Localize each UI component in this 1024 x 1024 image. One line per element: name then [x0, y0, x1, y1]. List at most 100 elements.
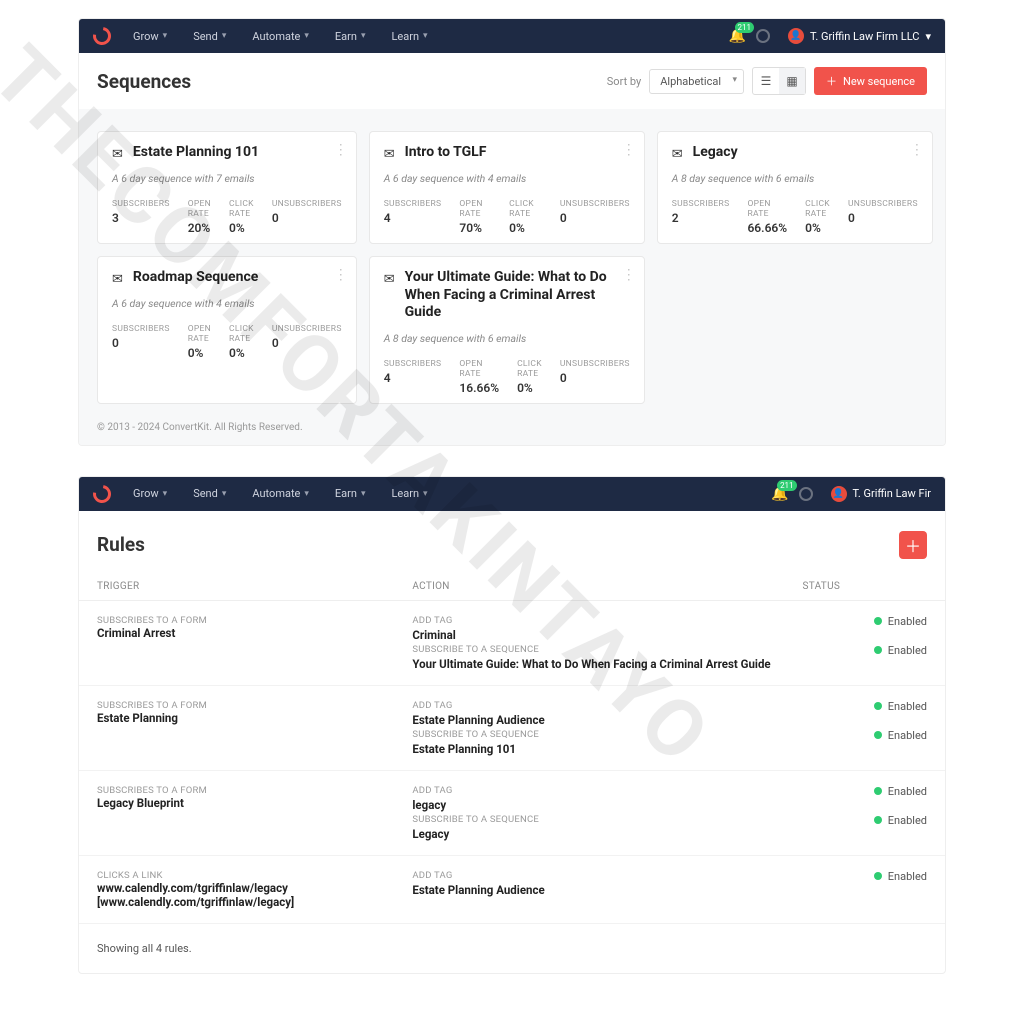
- header-trigger: TRIGGER: [97, 581, 412, 592]
- rules-panel: Grow▾ Send▾ Automate▾ Earn▾ Learn▾ 🔔 211…: [78, 476, 946, 974]
- table-row[interactable]: SUBSCRIBES TO A FORMEstate PlanningADD T…: [79, 686, 945, 771]
- nav-grow[interactable]: Grow▾: [133, 487, 167, 500]
- list-view-button[interactable]: ☰: [753, 68, 779, 94]
- nav-send[interactable]: Send▾: [193, 487, 226, 500]
- trigger-type-label: SUBSCRIBES TO A FORM: [97, 615, 412, 626]
- trigger-value: Criminal Arrest: [97, 626, 412, 640]
- stat-label: SUBSCRIBERS: [384, 199, 442, 209]
- card-title: Legacy: [693, 144, 918, 162]
- stat-label: CLICK RATE: [509, 199, 542, 219]
- nav-earn[interactable]: Earn▾: [335, 487, 366, 500]
- chevron-down-icon: ▾: [163, 31, 168, 41]
- user-menu[interactable]: 👤 T. Griffin Law Firm LLC ▾: [788, 28, 931, 44]
- sort-select[interactable]: Alphabetical: [649, 69, 744, 94]
- stat-label: SUBSCRIBERS: [672, 199, 730, 209]
- showing-count: Showing all 4 rules.: [79, 924, 945, 973]
- stat-label: UNSUBSCRIBERS: [272, 199, 342, 209]
- sort-by-label: Sort by: [607, 75, 641, 88]
- stat-value: 0%: [229, 221, 254, 235]
- rules-header: Rules ＋: [79, 511, 945, 573]
- nav-learn[interactable]: Learn▾: [392, 487, 428, 500]
- chevron-down-icon: ▾: [222, 31, 227, 41]
- status-badge: Enabled: [874, 644, 927, 657]
- card-subtitle: A 6 day sequence with 4 emails: [384, 172, 630, 185]
- nav-automate[interactable]: Automate▾: [252, 30, 309, 43]
- status-dot-icon: [874, 731, 882, 739]
- grid-view-button[interactable]: ▦: [779, 68, 805, 94]
- sequence-card[interactable]: ⋮✉Estate Planning 101A 6 day sequence wi…: [97, 131, 357, 244]
- action-type-label: ADD TAG: [412, 700, 802, 711]
- nav-grow[interactable]: Grow▾: [133, 30, 167, 43]
- table-row[interactable]: SUBSCRIBES TO A FORMCriminal ArrestADD T…: [79, 601, 945, 686]
- card-title: Estate Planning 101: [133, 144, 342, 162]
- add-rule-button[interactable]: ＋: [899, 531, 927, 559]
- table-header-row: TRIGGER ACTION STATUS: [79, 573, 945, 601]
- top-nav: Grow▾ Send▾ Automate▾ Earn▾ Learn▾ 🔔 211…: [79, 477, 945, 511]
- stat-value: 0: [560, 211, 630, 225]
- mail-icon: ✉: [112, 147, 123, 162]
- stat-label: SUBSCRIBERS: [112, 324, 170, 334]
- status-dot-icon: [874, 816, 882, 824]
- nav-automate[interactable]: Automate▾: [252, 487, 309, 500]
- card-menu-icon[interactable]: ⋮: [334, 267, 348, 283]
- chevron-down-icon: ▾: [361, 489, 366, 499]
- footer-copyright: © 2013 - 2024 ConvertKit. All Rights Res…: [79, 410, 945, 445]
- chevron-down-icon: ▾: [361, 31, 366, 41]
- new-sequence-button[interactable]: ＋ New sequence: [814, 67, 927, 95]
- nav-send[interactable]: Send▾: [193, 30, 226, 43]
- header-status: STATUS: [802, 581, 927, 592]
- card-title: Intro to TGLF: [405, 144, 630, 162]
- card-menu-icon[interactable]: ⋮: [910, 142, 924, 158]
- user-menu[interactable]: 👤 T. Griffin Law Fir: [831, 486, 932, 502]
- action-value: Estate Planning Audience: [412, 713, 802, 727]
- chevron-down-icon: ▾: [222, 489, 227, 499]
- sequence-card[interactable]: ⋮✉Roadmap SequenceA 6 day sequence with …: [97, 256, 357, 404]
- action-type-label: ADD TAG: [412, 615, 802, 626]
- page-title: Sequences: [97, 70, 191, 93]
- table-row[interactable]: CLICKS A LINKwww.calendly.com/tgriffinla…: [79, 856, 945, 924]
- stat-label: UNSUBSCRIBERS: [848, 199, 918, 209]
- nav-learn[interactable]: Learn▾: [392, 30, 428, 43]
- user-name: T. Griffin Law Fir: [853, 487, 932, 500]
- stat-label: UNSUBSCRIBERS: [560, 199, 630, 209]
- stat-label: CLICK RATE: [229, 324, 254, 344]
- notifications-bell[interactable]: 🔔 211: [729, 28, 746, 44]
- action-type-label: SUBSCRIBE TO A SEQUENCE: [412, 814, 802, 825]
- status-indicator-icon[interactable]: [756, 29, 770, 43]
- stat-label: OPEN RATE: [188, 324, 211, 344]
- status-indicator-icon[interactable]: [799, 487, 813, 501]
- sequence-card[interactable]: ⋮✉Your Ultimate Guide: What to Do When F…: [369, 256, 645, 404]
- nav-earn[interactable]: Earn▾: [335, 30, 366, 43]
- card-menu-icon[interactable]: ⋮: [622, 267, 636, 283]
- stat-label: CLICK RATE: [517, 359, 542, 379]
- stat-value: 4: [384, 371, 442, 385]
- notification-badge: 211: [777, 480, 797, 491]
- action-value: Criminal: [412, 628, 802, 642]
- chevron-down-icon: ▾: [423, 31, 428, 41]
- status-badge: Enabled: [874, 700, 927, 713]
- sequence-card[interactable]: ⋮✉Intro to TGLFA 6 day sequence with 4 e…: [369, 131, 645, 244]
- stat-label: OPEN RATE: [459, 359, 499, 379]
- sequence-card[interactable]: ⋮✉LegacyA 8 day sequence with 6 emailsSU…: [657, 131, 933, 244]
- stat-label: CLICK RATE: [805, 199, 830, 219]
- top-nav: Grow▾ Send▾ Automate▾ Earn▾ Learn▾ 🔔 211…: [79, 19, 945, 53]
- notifications-bell[interactable]: 🔔 211: [771, 486, 788, 502]
- table-row[interactable]: SUBSCRIBES TO A FORMLegacy BlueprintADD …: [79, 771, 945, 856]
- list-icon: ☰: [761, 74, 772, 88]
- action-value: Estate Planning Audience: [412, 883, 802, 897]
- card-menu-icon[interactable]: ⋮: [334, 142, 348, 158]
- logo-icon[interactable]: [89, 23, 114, 48]
- card-subtitle: A 6 day sequence with 4 emails: [112, 297, 342, 310]
- logo-icon[interactable]: [89, 481, 114, 506]
- status-dot-icon: [874, 872, 882, 880]
- notification-badge: 211: [735, 22, 755, 33]
- chevron-down-icon: ▾: [304, 489, 309, 499]
- stat-value: 66.66%: [747, 221, 787, 235]
- card-title: Roadmap Sequence: [133, 269, 342, 287]
- action-value: Your Ultimate Guide: What to Do When Fac…: [412, 657, 802, 671]
- sequences-header: Sequences Sort by Alphabetical ☰ ▦ ＋ New…: [79, 53, 945, 109]
- action-type-label: ADD TAG: [412, 785, 802, 796]
- card-menu-icon[interactable]: ⋮: [622, 142, 636, 158]
- card-subtitle: A 8 day sequence with 6 emails: [384, 332, 630, 345]
- header-action: ACTION: [412, 581, 802, 592]
